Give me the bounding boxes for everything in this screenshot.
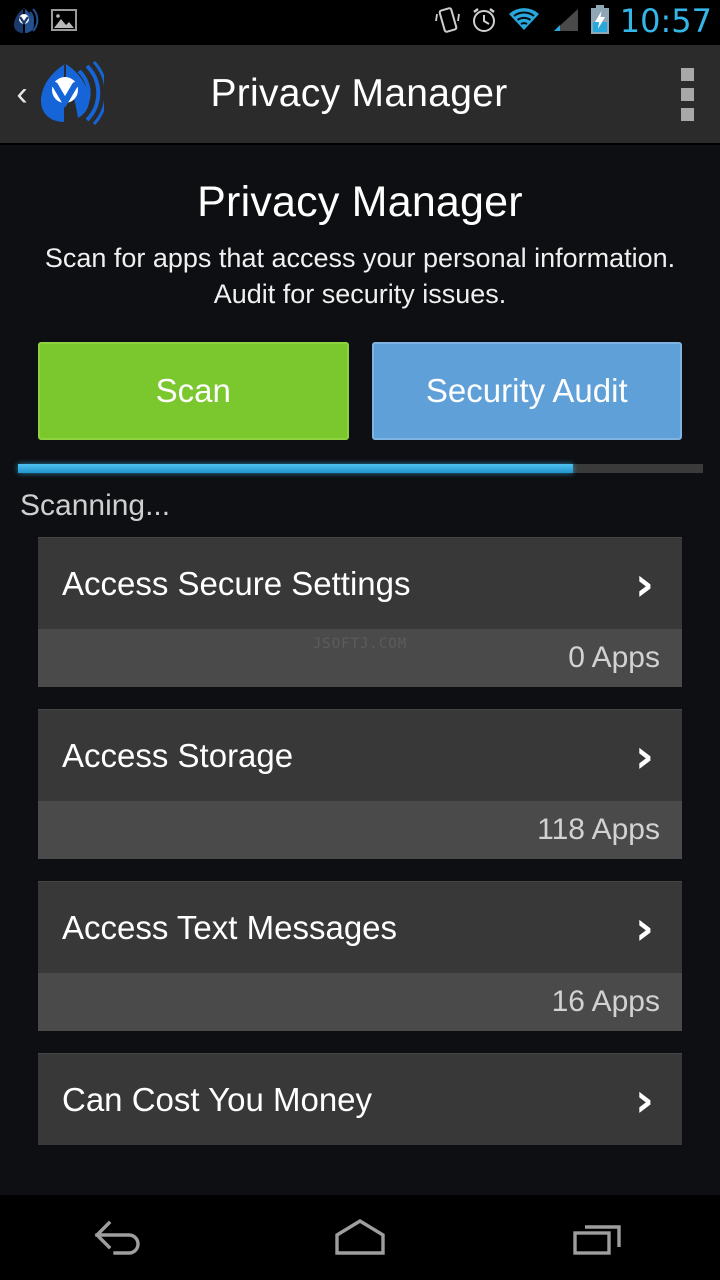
scan-progress-fill (18, 464, 573, 474)
system-navigation-bar (0, 1195, 720, 1280)
permission-category-card[interactable]: Can Cost You Money › (38, 1053, 682, 1146)
nav-recents-button[interactable] (525, 1195, 675, 1280)
permission-category-label: Access Secure Settings (62, 564, 411, 602)
chevron-right-icon: › (635, 556, 654, 611)
action-button-row: Scan Security Audit (0, 312, 720, 441)
malwarebytes-notification-icon (10, 5, 40, 40)
permission-category-row[interactable]: Can Cost You Money › (38, 1053, 682, 1146)
main-content: Privacy Manager Scan for apps that acces… (0, 145, 720, 1195)
back-navigation-button[interactable]: ‹ (0, 77, 30, 111)
permission-app-count: 0 Apps (568, 641, 660, 675)
battery-charging-icon (589, 4, 611, 41)
permission-category-label: Access Storage (62, 736, 294, 774)
chevron-right-icon: › (635, 1072, 654, 1127)
overflow-dot (680, 87, 694, 101)
alarm-clock-icon (470, 5, 498, 40)
page-title: Privacy Manager (210, 72, 508, 115)
permission-category-list: Access Secure Settings › 0 Apps Access Stor… (0, 523, 720, 1146)
overflow-dot (680, 67, 694, 81)
scan-progress-bar (18, 464, 703, 474)
wifi-icon (507, 6, 541, 39)
hero-description: Scan for apps that access your personal … (44, 243, 676, 309)
chevron-right-icon: › (635, 900, 654, 955)
permission-category-label: Access Text Messages (62, 908, 398, 946)
permission-category-label: Can Cost You Money (62, 1080, 373, 1118)
status-bar-clock: 10:57 (619, 2, 712, 40)
permission-category-count-row: 16 Apps (38, 973, 682, 1032)
chevron-right-icon: › (635, 728, 654, 783)
device-screen: 10:57 ‹ Privacy Manager Privacy Manager (0, 0, 720, 1280)
cellular-signal-icon (550, 6, 580, 39)
overflow-dot (680, 107, 694, 121)
status-bar-right-icons: 10:57 (434, 2, 720, 41)
permission-category-card[interactable]: Access Storage › 118 Apps (38, 709, 682, 860)
scan-progress-container (0, 440, 720, 474)
nav-back-button[interactable] (45, 1195, 195, 1280)
permission-category-row[interactable]: Access Secure Settings › (38, 537, 682, 630)
permission-category-count-row: 0 Apps (38, 629, 682, 688)
status-bar: 10:57 (0, 0, 720, 45)
permission-category-count-row: 118 Apps (38, 801, 682, 860)
permission-category-row[interactable]: Access Storage › (38, 709, 682, 802)
nav-home-button[interactable] (285, 1195, 435, 1280)
permission-app-count: 16 Apps (551, 985, 660, 1019)
status-bar-left-icons (0, 5, 78, 40)
permission-app-count: 118 Apps (537, 813, 660, 847)
permission-category-row[interactable]: Access Text Messages › (38, 881, 682, 974)
photo-icon (50, 6, 78, 39)
overflow-menu-icon[interactable] (654, 45, 720, 143)
hero-title: Privacy Manager (197, 178, 523, 226)
vibrate-icon (434, 5, 461, 40)
app-action-bar: ‹ Privacy Manager (0, 45, 720, 145)
permission-category-card[interactable]: Access Text Messages › 16 Apps (38, 881, 682, 1032)
permission-category-card[interactable]: Access Secure Settings › 0 Apps (38, 537, 682, 688)
scan-button[interactable]: Scan (38, 342, 349, 441)
security-audit-button[interactable]: Security Audit (371, 342, 682, 441)
scan-status-text: Scanning... (20, 489, 171, 523)
